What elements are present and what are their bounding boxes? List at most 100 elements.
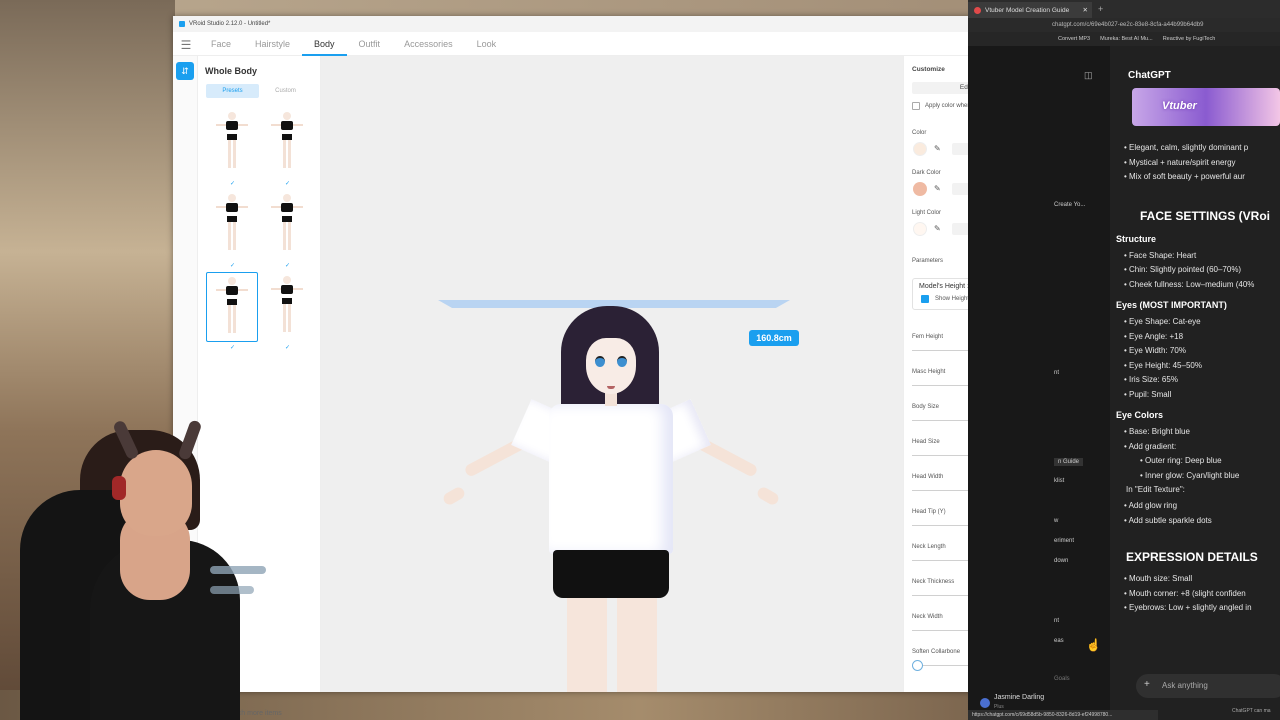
show-height-checkbox[interactable] [921,295,929,303]
check-icon: ✓ [285,345,291,351]
light-color-label: Light Color [912,210,942,216]
tab-look[interactable]: Look [465,34,509,56]
bullet-item: • Cheek fullness: Low–medium (40% [1124,279,1255,289]
streamer-avatar [20,419,240,720]
sidebar-item[interactable]: Create Yo... [1054,202,1085,208]
preset-thumbnail[interactable] [206,108,258,178]
browser-tab[interactable]: Vtuber Model Creation Guide ✕ [968,2,1092,18]
eyedropper-icon[interactable]: ✎ [934,184,941,193]
note-text: In "Edit Texture": [1126,485,1185,494]
model-viewport[interactable]: 160.8cm [321,56,903,692]
attach-icon[interactable]: + [1144,679,1150,690]
eyedropper-icon[interactable]: ✎ [934,224,941,233]
preset-tabs: Presets Custom [206,84,312,98]
dark-color-label: Dark Color [912,170,941,176]
subheading: Eye Colors [1116,410,1164,420]
tab-face[interactable]: Face [199,34,243,56]
main-tabs: ☰ Face Hairstyle Body Outfit Accessories… [173,34,1051,56]
sidebar-item[interactable]: klist [1054,478,1064,484]
mouse-cursor-icon: ☝ [1086,638,1101,652]
bookmark-item[interactable]: Convert MP3 [1058,32,1090,46]
preset-thumbnail[interactable] [261,108,313,178]
bullet-item: • Eye Shape: Cat-eye [1124,317,1201,326]
check-icon: ✓ [230,263,236,269]
tab-title: Vtuber Model Creation Guide [985,6,1070,14]
dark-color-swatch[interactable] [913,182,927,196]
model-tshirt [549,404,673,554]
slider-label: Neck Width [912,614,943,620]
sidebar-item[interactable]: nt [1054,618,1059,624]
bullet-item: • Eye Width: 70% [1124,346,1186,355]
bullet-item: • Eye Angle: +18 [1124,331,1184,341]
check-icon: ✓ [230,345,236,351]
section-heading: EXPRESSION DETAILS [1126,550,1258,564]
chatgpt-model-selector[interactable]: ChatGPT [1128,70,1171,81]
bullet-item: • Elegant, calm, slightly dominant p [1124,143,1249,152]
tab-custom[interactable]: Custom [259,84,312,98]
bullet-item: • Pupil: Small [1124,389,1172,399]
bullet-item: • Iris Size: 65% [1124,375,1178,384]
light-color-swatch[interactable] [913,222,927,236]
vtuber-banner-image: Vtuber [1132,88,1280,126]
preset-thumbnail[interactable] [261,190,313,260]
body-category-icon[interactable]: ⇵ [176,62,194,80]
bullet-item: • Face Shape: Heart [1124,250,1197,260]
slider-label: Masc Height [912,369,946,375]
sidebar-item[interactable]: n Guide [1054,458,1084,466]
address-bar[interactable]: chatgpt.com/c/69e4b027-ee2c-83e8-8cfa-a4… [968,18,1280,32]
vroid-window: VRoid Studio 2.12.0 - Untitled* – □ ✕ ☰ … [173,16,1051,717]
tab-hairstyle[interactable]: Hairstyle [243,34,302,56]
slider-label: Head Tip (Y) [912,509,946,515]
slider-label: Fem Height [912,334,944,340]
new-tab-icon[interactable]: + [1098,4,1103,14]
tab-body[interactable]: Body [302,34,347,56]
preset-thumbnail[interactable] [206,190,258,260]
color-swatch[interactable] [913,142,927,156]
sidebar-toggle-icon[interactable]: ◫ [1084,70,1093,81]
apply-color-checkbox[interactable] [912,102,920,110]
sidebar-item[interactable]: w [1054,518,1058,524]
bullet-item: • Eyebrows: Low + slightly angled in [1124,603,1252,612]
check-icon: ✓ [285,263,291,269]
overlay-badge [210,566,266,574]
sidebar-item[interactable]: Goals [1054,676,1070,682]
subheading: Structure [1116,233,1157,244]
slider-label: Soften Collarbone [912,649,961,655]
sidebar-item[interactable]: nt [1054,370,1059,376]
panel-title: Whole Body [205,66,257,76]
avatar-headset [112,476,126,500]
eyedropper-icon[interactable]: ✎ [934,144,941,153]
desktop: VRoid Studio 2.12.0 - Untitled* – □ ✕ ☰ … [0,0,1280,720]
preset-thumbnail[interactable] [261,272,313,342]
tab-outfit[interactable]: Outfit [347,34,393,56]
sidebar-item[interactable]: eas [1054,638,1064,644]
bullet-item: • Inner glow: Cyan/light blue [1140,470,1240,480]
chat-input[interactable]: Ask anything [1136,674,1280,698]
model-leg-right [617,596,657,692]
status-url: https://chatgpt.com/c/69d58d5b-9850-8326… [968,710,1158,720]
tab-accessories[interactable]: Accessories [392,34,465,56]
sidebar-item[interactable]: eriment [1054,538,1074,544]
slider-knob[interactable] [912,660,923,671]
slider-label: Neck Length [912,544,946,550]
app-logo-icon [179,21,185,27]
bookmark-item[interactable]: Mureka: Best AI Mu... [1100,32,1153,46]
browser-tabbar: Vtuber Model Creation Guide ✕ + [968,0,1280,18]
bullet-item: • Outer ring: Deep blue [1140,456,1222,465]
sidebar-item[interactable]: down [1054,558,1068,564]
model-neck [605,392,617,406]
color-label: Color [912,130,927,136]
model-hand-right [755,485,781,507]
bullet-item: • Mix of soft beauty + powerful aur [1124,172,1245,181]
preset-thumbnail-selected[interactable] [206,272,258,342]
model-eye-left [595,356,605,367]
bullet-item: • Mouth corner: +8 (slight confiden [1124,588,1246,598]
bullet-item: • Mouth size: Small [1124,574,1193,583]
close-tab-icon[interactable]: ✕ [1083,6,1088,14]
bookmark-item[interactable]: Reactive by FugiTech [1163,32,1216,46]
footer-disclaimer: ChatGPT can ma [1232,708,1271,714]
avatar[interactable] [980,698,990,708]
hamburger-menu-icon[interactable]: ☰ [173,38,199,52]
chatgpt-sidebar: ◫ Create Yo... nt n Guide klist w erimen… [968,46,1110,720]
tab-presets[interactable]: Presets [206,84,259,98]
